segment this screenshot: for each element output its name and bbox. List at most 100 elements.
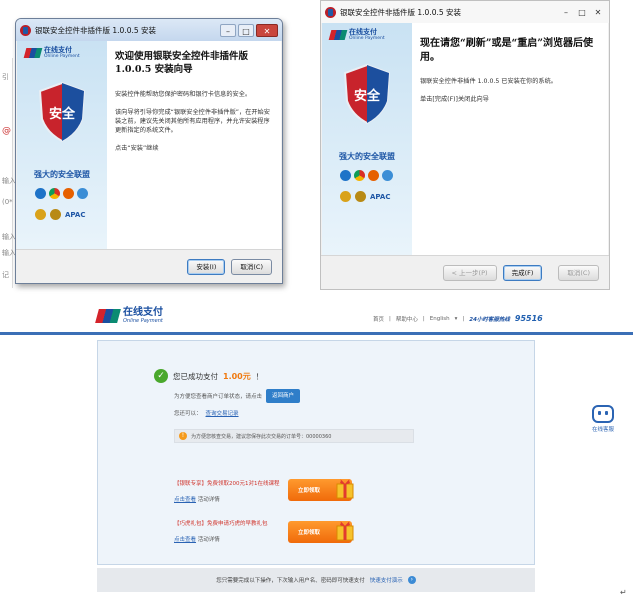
- promo-claim-button[interactable]: 立即领取: [288, 479, 354, 501]
- background-fragment: 输入: [2, 233, 16, 241]
- service-label: 在线客服: [591, 427, 614, 433]
- cancel-button[interactable]: 取消(C): [231, 258, 272, 275]
- app-icon: [325, 6, 336, 18]
- install-button[interactable]: 安装(I): [187, 258, 226, 275]
- security-shield-icon: 安全: [38, 81, 86, 143]
- promo-detail-text: 活动详情: [197, 497, 220, 503]
- partner-badge-icon: [355, 191, 366, 202]
- partner-badge-icon: [35, 209, 46, 220]
- apac-label: APAC: [370, 192, 391, 201]
- gift-icon: [336, 479, 354, 499]
- close-icon[interactable]: ✕: [256, 23, 278, 37]
- info-icon: !: [179, 432, 187, 440]
- security-shield-icon: 安全: [343, 63, 391, 125]
- header-divider: [0, 332, 633, 335]
- title-bar[interactable]: 银联安全控件非插件版 1.0.0.5 安装 – □ ✕: [16, 19, 282, 41]
- welcome-paragraph: 安装控件能帮助您保护密码和银行卡信息的安全。: [115, 90, 252, 98]
- finish-paragraph: 银联安全控件非插件 1.0.0.5 已安装在你的系统。: [420, 78, 557, 85]
- return-merchant-button[interactable]: 返回商户: [266, 389, 301, 403]
- welcome-paragraph: 该向导将引导你完成“银联安全控件非插件版”，在开始安装之前，建议先关闭其他所有应…: [115, 108, 270, 134]
- chrome-icon: [49, 188, 60, 199]
- promo-claim-button[interactable]: 立即领取: [288, 521, 354, 543]
- installer-footer: < 上一步(P) 完成(F) 取消(C): [321, 255, 609, 289]
- logo-text: 在线支付: [349, 28, 377, 36]
- maximize-icon[interactable]: □: [238, 23, 254, 37]
- promo-button-label: 立即领取: [298, 530, 321, 536]
- quick-pay-bar: 您只需要完成以下操作，下次输入用户名、密码即可快速支付 快速支付演示 ›: [97, 568, 535, 592]
- quick-pay-text: 您只需要完成以下操作，下次输入用户名、密码即可快速支付: [216, 578, 365, 584]
- alliance-caption: 强大的安全联盟: [34, 170, 90, 179]
- alliance-caption: 强大的安全联盟: [339, 152, 395, 161]
- online-service-widget[interactable]: 在线客服: [587, 405, 619, 433]
- partner-badges: APAC: [35, 209, 85, 220]
- welcome-heading: 欢迎使用银联安全控件非插件版 1.0.0.5 安装向导: [115, 51, 249, 75]
- order-notice: ! 为方便您核查交易，建议您保存此次交易的订单号：00000360: [174, 429, 414, 443]
- cancel-button[interactable]: 取消(C): [558, 264, 599, 281]
- installer-welcome-window: 银联安全控件非插件版 1.0.0.5 安装 – □ ✕ 在线支付 Online …: [15, 18, 283, 284]
- promo-view-link[interactable]: 点击查看: [174, 537, 196, 543]
- background-fragment: 输入: [2, 177, 16, 185]
- success-suffix: ！: [255, 371, 264, 381]
- installer-finish-window: 银联安全控件非插件版 1.0.0.5 安装 – □ ✕ 在线支付 Online …: [320, 0, 610, 290]
- shield-text: 安全: [354, 88, 381, 104]
- finish-heading: 现在请您“刷新”或是“重启”浏览器后使用。: [420, 38, 594, 63]
- view-status-text: 为方便您查看商户订单状态，请点击: [174, 394, 263, 400]
- promo-item: 【巧虎礼包】免费申请巧虎的早教礼包 点击查看 活动详情: [174, 519, 268, 543]
- promo-view-link[interactable]: 点击查看: [174, 497, 196, 503]
- background-fragment: @: [2, 126, 11, 136]
- firefox-icon: [368, 170, 379, 181]
- nav-language-select[interactable]: English: [430, 316, 450, 322]
- payment-header: 在线支付 Online Payment 首页 | 帮助中心 | English …: [0, 300, 633, 334]
- paragraph-mark-icon: ↵: [620, 588, 627, 597]
- ie-icon: [35, 188, 46, 199]
- title-bar[interactable]: 银联安全控件非插件版 1.0.0.5 安装 – □ ✕: [321, 1, 609, 23]
- success-message: ✓ 您已成功支付 1.00元 ！: [154, 369, 263, 383]
- unionpay-logo[interactable]: 在线支付 Online Payment: [95, 307, 163, 324]
- quick-pay-demo-link[interactable]: 快速支付演示: [370, 576, 403, 584]
- installer-footer: 安装(I) 取消(C): [16, 249, 282, 283]
- finish-button[interactable]: 完成(F): [502, 264, 543, 281]
- unionpay-mark-icon: [23, 48, 43, 58]
- arrow-right-icon[interactable]: ›: [407, 576, 416, 584]
- close-icon[interactable]: ✕: [591, 6, 605, 19]
- finish-paragraph: 单击[完成(F)]关闭此向导: [420, 95, 489, 103]
- return-row: 为方便您查看商户订单状态，请点击 返回商户: [174, 389, 301, 403]
- partner-badge-icon: [340, 191, 351, 202]
- logo-text: 在线支付: [44, 46, 72, 54]
- nav-separator: |: [389, 315, 391, 322]
- browser-icons: [340, 170, 393, 181]
- ie-icon: [340, 170, 351, 181]
- minimize-icon[interactable]: –: [559, 6, 573, 19]
- partner-badges: APAC: [340, 191, 390, 202]
- logo-subtext: Online Payment: [349, 36, 385, 41]
- header-nav: 首页 | 帮助中心 | English ▾ | 24小时客服热线 95516: [373, 314, 543, 323]
- logo-text: 在线支付: [123, 307, 163, 318]
- installer-sidebar: 在线支付 Online Payment 安全 强大的安全联盟 APAC: [17, 41, 107, 249]
- background-fragment: (0*: [2, 198, 13, 206]
- nav-separator: |: [422, 315, 425, 322]
- minimize-icon[interactable]: –: [220, 23, 236, 37]
- success-check-icon: ✓: [154, 369, 168, 383]
- window-title: 银联安全控件非插件版 1.0.0.5 安装: [35, 25, 157, 35]
- apac-label: APAC: [65, 210, 86, 219]
- browser-icons: [35, 188, 88, 199]
- hotline-label: 24小时客服热线: [469, 316, 510, 323]
- query-records-link[interactable]: 查询交易记录: [206, 409, 239, 417]
- partner-badge-icon: [50, 209, 61, 220]
- nav-home-link[interactable]: 首页: [373, 315, 384, 323]
- unionpay-mark-icon: [328, 30, 348, 40]
- background-fragment: 输入: [2, 249, 16, 257]
- hotline-number: 95516: [514, 314, 543, 323]
- installer-sidebar: 在线支付 Online Payment 安全 强大的安全联盟 APAC: [322, 23, 412, 255]
- back-button[interactable]: < 上一步(P): [442, 264, 497, 281]
- promo-title: 【巧虎礼包】免费申请巧虎的早教礼包: [174, 521, 268, 527]
- chevron-down-icon[interactable]: ▾: [455, 316, 458, 322]
- payment-result-panel: ✓ 您已成功支付 1.00元 ！ 为方便您查看商户订单状态，请点击 返回商户 您…: [97, 340, 535, 565]
- notice-text: 为方便您核查交易，建议您保存此次交易的订单号：00000360: [191, 433, 332, 440]
- nav-help-link[interactable]: 帮助中心: [396, 315, 418, 323]
- logo-subtext: Online Payment: [44, 54, 80, 59]
- customer-service-icon: [592, 405, 614, 423]
- success-text: 您已成功支付: [173, 371, 218, 381]
- maximize-icon[interactable]: □: [575, 6, 589, 19]
- welcome-paragraph: 点击“安装”继续: [115, 144, 159, 152]
